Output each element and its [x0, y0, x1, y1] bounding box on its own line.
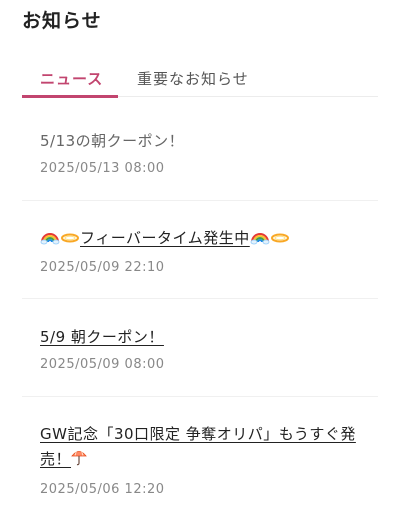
news-title: 5/13の朝クーポン！ — [40, 132, 185, 150]
news-item[interactable]: GW記念「30口限定 争奪オリパ」もうすぐ発売！ 2025/05/06 12:2… — [22, 397, 378, 521]
news-title-row: 5/9 朝クーポン！ — [40, 325, 378, 349]
news-title: フィーバータイム発生中 — [80, 229, 250, 247]
news-title: GW記念「30口限定 争奪オリパ」もうすぐ発売！ — [40, 425, 356, 468]
tab-news[interactable]: ニュース — [40, 68, 103, 89]
news-title-row: フィーバータイム発生中 — [40, 226, 378, 252]
halo-icon — [60, 228, 80, 252]
rainbow-icon — [40, 228, 60, 252]
party-umbrella-icon — [71, 448, 87, 474]
news-date: 2025/05/09 22:10 — [40, 260, 165, 275]
news-date: 2025/05/09 08:00 — [40, 357, 165, 372]
news-item[interactable]: 5/9 朝クーポン！ 2025/05/09 08:00 — [22, 299, 378, 397]
halo-icon — [270, 228, 290, 252]
tab-bar: ニュース 重要なお知らせ — [22, 60, 378, 98]
news-item[interactable]: 5/13の朝クーポン！ 2025/05/13 08:00 — [22, 104, 378, 201]
tab-important-notices[interactable]: 重要なお知らせ — [137, 68, 249, 89]
rainbow-icon — [250, 228, 270, 252]
news-item[interactable]: フィーバータイム発生中 2025/05/09 22:10 — [22, 201, 378, 299]
news-list: 5/13の朝クーポン！ 2025/05/13 08:00 フィーバータイム発生中… — [22, 104, 378, 521]
notices-page: お知らせ ニュース 重要なお知らせ 5/13の朝クーポン！ 2025/05/13… — [0, 0, 400, 521]
news-title-row: GW記念「30口限定 争奪オリパ」もうすぐ発売！ — [40, 422, 378, 474]
news-date: 2025/05/13 08:00 — [40, 161, 165, 176]
news-date: 2025/05/06 12:20 — [40, 482, 165, 497]
page-title: お知らせ — [22, 10, 102, 32]
active-tab-indicator — [22, 95, 118, 98]
news-title: 5/9 朝クーポン！ — [40, 328, 164, 346]
